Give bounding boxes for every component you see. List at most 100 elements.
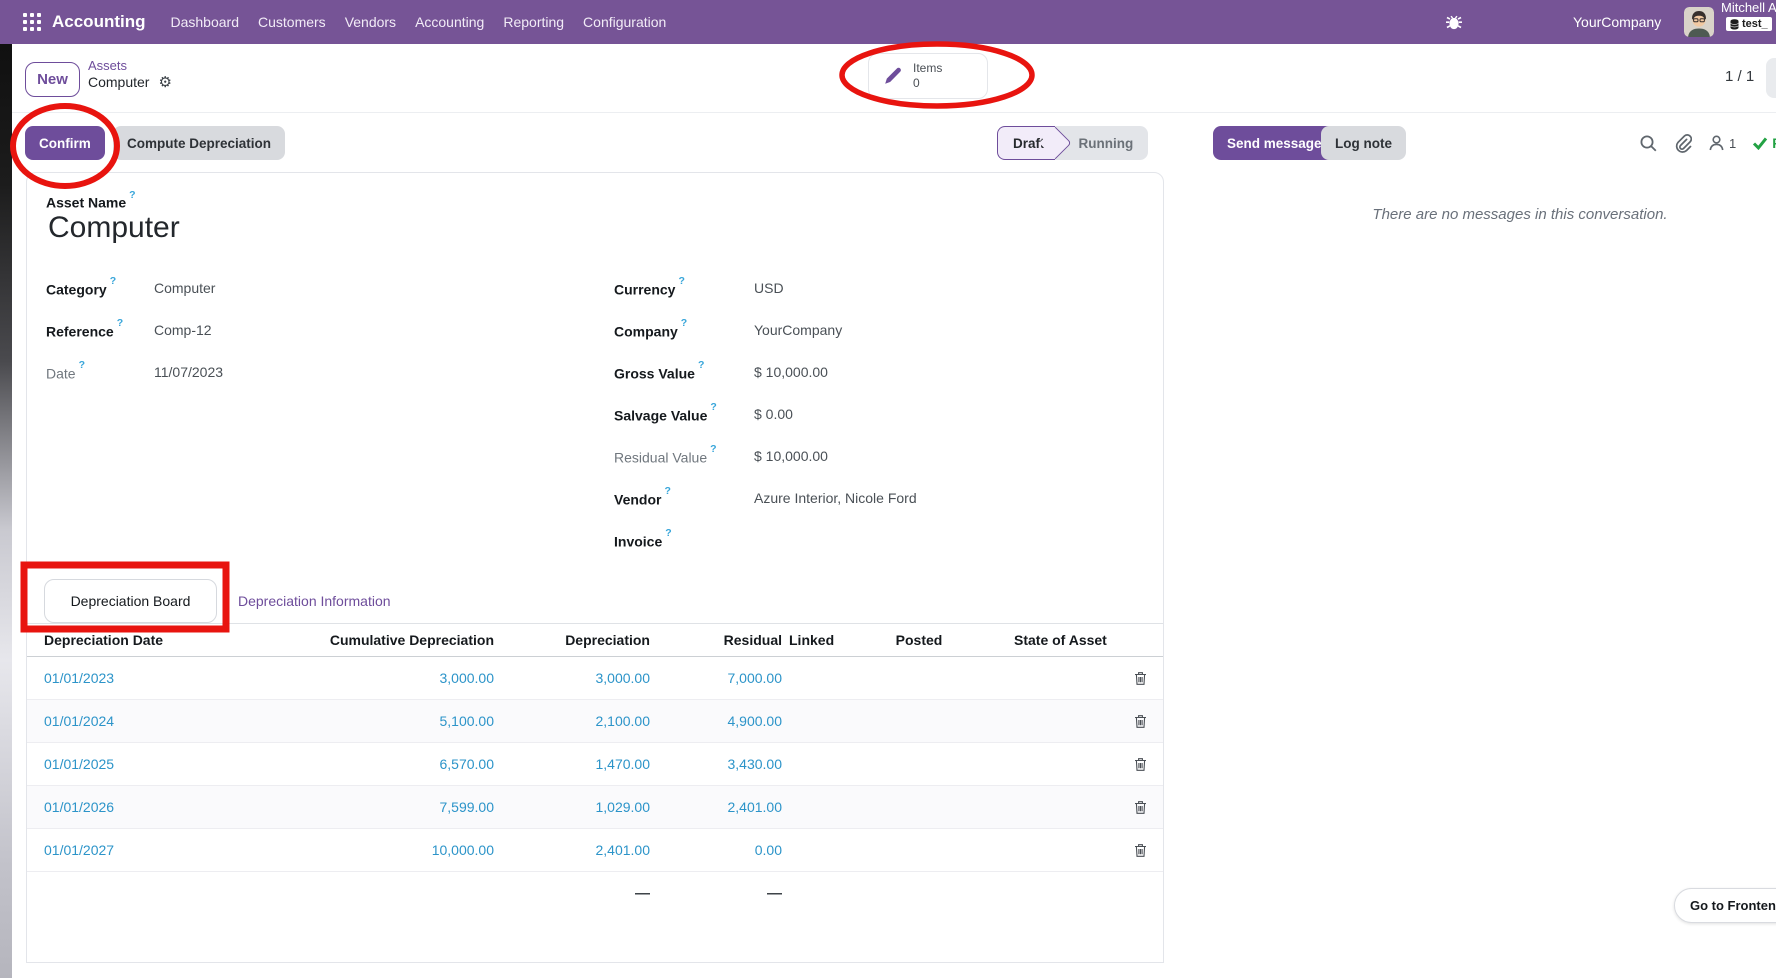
app-name[interactable]: Accounting [52, 12, 146, 32]
field-invoice: Invoice? [614, 531, 1134, 573]
desktop-edge-strip [0, 44, 12, 978]
field-value[interactable]: Computer [154, 280, 215, 296]
apps-grid-icon[interactable] [23, 13, 41, 31]
cell-cumulative-depreciation[interactable]: 7,599.00 [257, 799, 494, 815]
cell-residual[interactable]: 3,430.00 [650, 756, 782, 772]
header-residual[interactable]: Residual [650, 632, 782, 648]
field-residual-value: Residual Value? $ 10,000.00 [614, 447, 1134, 489]
cell-residual[interactable]: 7,000.00 [650, 670, 782, 686]
table-header-row: Depreciation Date Cumulative Depreciatio… [27, 624, 1163, 657]
database-icon [1730, 19, 1739, 30]
header-state-of-asset[interactable]: State of Asset [984, 632, 1134, 648]
statusbar-draft[interactable]: Draft [997, 126, 1055, 160]
cell-depreciation[interactable]: 2,100.00 [494, 713, 650, 729]
cell-depreciation-date[interactable]: 01/01/2025 [27, 756, 257, 772]
delete-row-button[interactable] [1134, 800, 1163, 815]
items-stat-button[interactable]: Items 0 [868, 53, 988, 99]
delete-row-button[interactable] [1134, 843, 1163, 858]
nav-menu-customers[interactable]: Customers [258, 12, 326, 32]
following-button[interactable]: F [1752, 135, 1776, 151]
cell-depreciation-date[interactable]: 01/01/2024 [27, 713, 257, 729]
actions-gear-icon[interactable]: ⚙ [158, 75, 171, 90]
table-row: 01/01/2027 10,000.00 2,401.00 0.00 [27, 829, 1163, 872]
field-value[interactable]: 11/07/2023 [154, 364, 223, 380]
breadcrumb-current: Computer [88, 74, 149, 91]
cell-depreciation[interactable]: 1,470.00 [494, 756, 650, 772]
help-hint: ? [681, 317, 687, 329]
help-hint: ? [664, 485, 670, 497]
following-check-icon [1752, 136, 1768, 150]
header-posted[interactable]: Posted [854, 632, 984, 648]
help-hint: ? [79, 359, 85, 371]
cell-cumulative-depreciation[interactable]: 10,000.00 [257, 842, 494, 858]
field-value[interactable]: $ 10,000.00 [754, 364, 828, 380]
delete-row-button[interactable] [1134, 671, 1163, 686]
cell-cumulative-depreciation[interactable]: 6,570.00 [257, 756, 494, 772]
go-to-frontend-button[interactable]: Go to Frontend [1674, 888, 1776, 923]
field-value[interactable]: USD [754, 280, 784, 296]
field-value[interactable]: Azure Interior, Nicole Ford [754, 490, 917, 506]
statusbar: Draft Running [997, 126, 1148, 160]
cell-depreciation[interactable]: 3,000.00 [494, 670, 650, 686]
cell-cumulative-depreciation[interactable]: 3,000.00 [257, 670, 494, 686]
field-value[interactable]: YourCompany [754, 322, 842, 338]
field-value[interactable]: Comp-12 [154, 322, 212, 338]
confirm-button[interactable]: Confirm [25, 126, 105, 160]
search-icon[interactable] [1639, 134, 1658, 153]
attachment-icon[interactable] [1674, 134, 1692, 153]
footer-residual-total: — [650, 885, 782, 902]
footer-depreciation-total: — [494, 885, 650, 902]
header-linked[interactable]: Linked [782, 632, 854, 648]
new-button[interactable]: New [25, 62, 80, 97]
nav-menu-reporting[interactable]: Reporting [503, 12, 564, 32]
field-company: Company? YourCompany [614, 321, 1134, 363]
cell-depreciation[interactable]: 2,401.00 [494, 842, 650, 858]
field-value[interactable]: $ 10,000.00 [754, 448, 828, 464]
table-row: 01/01/2026 7,599.00 1,029.00 2,401.00 [27, 786, 1163, 829]
tab-depreciation-information[interactable]: Depreciation Information [238, 593, 391, 609]
breadcrumb-parent[interactable]: Assets [88, 57, 172, 74]
table-row: 01/01/2023 3,000.00 3,000.00 7,000.00 [27, 657, 1163, 700]
help-hint: ? [710, 443, 716, 455]
tab-depreciation-board[interactable]: Depreciation Board [44, 579, 217, 623]
header-depreciation[interactable]: Depreciation [494, 632, 650, 648]
compute-depreciation-button[interactable]: Compute Depreciation [113, 126, 285, 160]
user-avatar[interactable] [1684, 0, 1714, 44]
database-name: test_ [1742, 18, 1768, 30]
nav-menu-dashboard[interactable]: Dashboard [171, 12, 240, 32]
followers-count: 1 [1729, 136, 1736, 151]
nav-menu-accounting[interactable]: Accounting [415, 12, 484, 32]
bug-icon[interactable] [1444, 0, 1464, 44]
cell-depreciation-date[interactable]: 01/01/2027 [27, 842, 257, 858]
cell-depreciation-date[interactable]: 01/01/2023 [27, 670, 257, 686]
header-depreciation-date[interactable]: Depreciation Date [27, 632, 257, 648]
pager-nav-button[interactable] [1766, 58, 1776, 98]
help-hint: ? [129, 189, 135, 201]
nav-menu-configuration[interactable]: Configuration [583, 12, 666, 32]
log-note-button[interactable]: Log note [1321, 126, 1406, 160]
user-menu[interactable]: Mitchell A test_ [1721, 0, 1776, 44]
top-navbar: Accounting Dashboard Customers Vendors Acco… [0, 0, 1776, 44]
cell-residual[interactable]: 4,900.00 [650, 713, 782, 729]
chatter-empty-message: There are no messages in this conversati… [1220, 206, 1776, 223]
delete-row-button[interactable] [1134, 757, 1163, 772]
cell-residual[interactable]: 0.00 [650, 842, 782, 858]
company-switcher[interactable]: YourCompany [1573, 0, 1661, 44]
following-label: F [1772, 135, 1776, 151]
cell-cumulative-depreciation[interactable]: 5,100.00 [257, 713, 494, 729]
cell-residual[interactable]: 2,401.00 [650, 799, 782, 815]
cell-depreciation[interactable]: 1,029.00 [494, 799, 650, 815]
header-cumulative-depreciation[interactable]: Cumulative Depreciation [257, 632, 494, 648]
send-message-button[interactable]: Send message [1213, 126, 1336, 160]
table-footer-row: — — [27, 872, 1163, 915]
field-category: Category? Computer [46, 279, 566, 321]
trash-icon [1134, 757, 1147, 772]
cell-depreciation-date[interactable]: 01/01/2026 [27, 799, 257, 815]
delete-row-button[interactable] [1134, 714, 1163, 729]
followers-button[interactable]: 1 [1708, 134, 1736, 152]
asset-name-input[interactable]: Computer [48, 211, 180, 245]
table-body: 01/01/2023 3,000.00 3,000.00 7,000.00 01… [27, 657, 1163, 872]
field-reference: Reference? Comp-12 [46, 321, 566, 363]
nav-menu-vendors[interactable]: Vendors [345, 12, 396, 32]
field-value[interactable]: $ 0.00 [754, 406, 793, 422]
